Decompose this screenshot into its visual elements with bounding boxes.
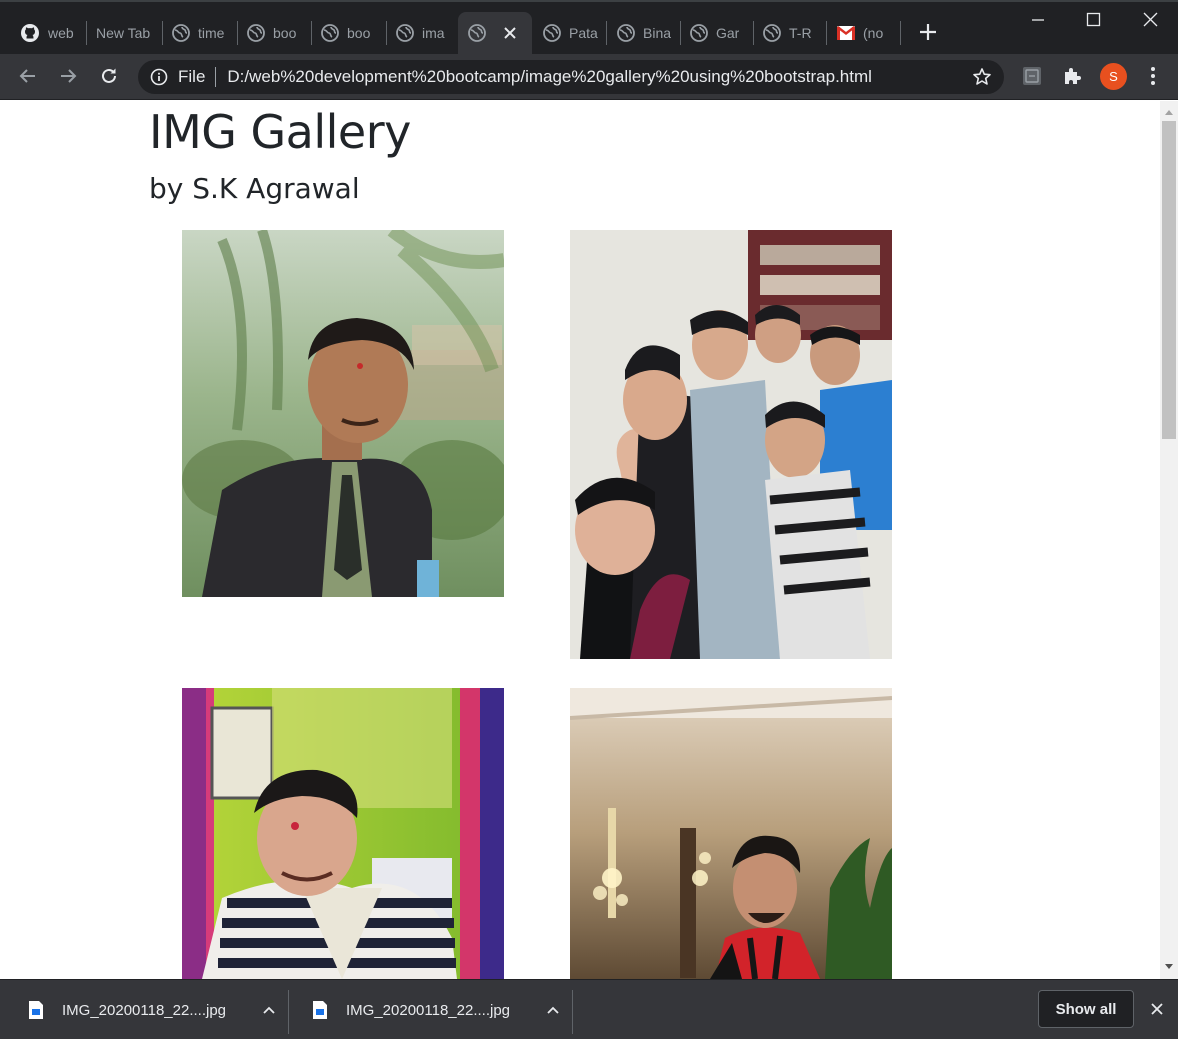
- close-window-icon[interactable]: [1130, 6, 1170, 34]
- tab-time[interactable]: time: [162, 12, 232, 54]
- download-filename: IMG_20200118_22....jpg: [346, 1001, 511, 1019]
- tab-title: boo: [273, 25, 297, 41]
- tab-title: Bina: [643, 25, 672, 41]
- reload-icon: [102, 68, 116, 83]
- info-icon[interactable]: [150, 68, 168, 86]
- back-button[interactable]: [15, 63, 41, 89]
- puzzle-icon[interactable]: [1061, 65, 1083, 87]
- show-all-button[interactable]: Show all: [1038, 990, 1134, 1028]
- tab-title: Gar: [716, 25, 740, 41]
- maximize-icon[interactable]: [1073, 6, 1113, 34]
- tab-separator: [900, 21, 901, 45]
- chevron-up-icon[interactable]: [546, 1003, 560, 1017]
- tab-title: New Tab: [96, 25, 151, 41]
- scroll-down-icon[interactable]: [1164, 963, 1174, 971]
- tab-gar[interactable]: Gar: [680, 12, 752, 54]
- tab-boo-2[interactable]: boo: [311, 12, 381, 54]
- gallery-photo-2[interactable]: [570, 230, 892, 659]
- extension-icon[interactable]: [1021, 65, 1043, 87]
- window-top-border: [0, 0, 1178, 2]
- browser-toolbar: File D:/web%20development%20bootcamp/ima…: [0, 54, 1178, 100]
- globe-icon: [690, 24, 708, 42]
- tab-title: time: [198, 25, 225, 41]
- tab-boo-1[interactable]: boo: [237, 12, 307, 54]
- tab-title: ima: [422, 25, 445, 41]
- arrow-right-icon: [61, 69, 77, 83]
- tab-github[interactable]: web: [10, 12, 78, 54]
- tab-title: (no: [863, 25, 884, 41]
- close-tab-icon[interactable]: [502, 25, 518, 41]
- gallery-photo-3[interactable]: [182, 688, 504, 979]
- tab-t-r[interactable]: T-R: [753, 12, 825, 54]
- download-item[interactable]: IMG_20200118_22....jpg: [0, 990, 276, 1030]
- tab-strip: web New Tab time boo boo ima Pata Bina G…: [0, 0, 1178, 54]
- download-bar: IMG_20200118_22....jpg IMG_20200118_22..…: [0, 979, 1178, 1039]
- download-separator: [572, 990, 573, 1034]
- tab-title: Pata: [569, 25, 598, 41]
- globe-icon: [172, 24, 190, 42]
- page-subtitle: by S.K Agrawal: [149, 172, 360, 205]
- tab-new-tab[interactable]: New Tab: [86, 12, 156, 54]
- page-viewport: IMG Gallery by S.K Agrawal: [0, 101, 1160, 979]
- globe-icon: [396, 24, 414, 42]
- globe-icon: [247, 24, 265, 42]
- tab-ima[interactable]: ima: [386, 12, 456, 54]
- image-file-icon: [29, 1001, 43, 1019]
- forward-button[interactable]: [55, 63, 81, 89]
- tab-title: boo: [347, 25, 371, 41]
- download-filename: IMG_20200118_22....jpg: [62, 1001, 227, 1019]
- chevron-up-icon[interactable]: [262, 1003, 276, 1017]
- tab-bina[interactable]: Bina: [607, 12, 679, 54]
- tab-title: T-R: [789, 25, 812, 41]
- address-bar[interactable]: File D:/web%20development%20bootcamp/ima…: [138, 60, 1004, 94]
- page-scrollbar[interactable]: [1160, 101, 1178, 979]
- globe-icon: [468, 24, 486, 42]
- new-tab-plus-icon[interactable]: [916, 20, 940, 44]
- scheme-label: File: [178, 67, 206, 86]
- download-item[interactable]: IMG_20200118_22....jpg: [284, 990, 560, 1030]
- more-vert-icon[interactable]: [1143, 65, 1163, 87]
- globe-icon: [543, 24, 561, 42]
- scroll-thumb[interactable]: [1162, 121, 1176, 439]
- profile-avatar[interactable]: S: [1100, 63, 1127, 90]
- globe-icon: [617, 24, 635, 42]
- page-title: IMG Gallery: [149, 105, 411, 159]
- tab-active[interactable]: [458, 12, 532, 54]
- address-separator: [215, 67, 217, 87]
- gallery-photo-4[interactable]: [570, 688, 892, 979]
- gmail-icon: [837, 26, 855, 40]
- bookmark-star-icon[interactable]: [972, 67, 992, 87]
- tab-title: web: [48, 25, 74, 41]
- tab-pata[interactable]: Pata: [533, 12, 605, 54]
- tab-gmail[interactable]: (no: [827, 12, 899, 54]
- github-icon: [21, 24, 39, 42]
- minimize-icon[interactable]: [1018, 6, 1058, 34]
- arrow-left-icon: [19, 69, 35, 83]
- scroll-up-icon[interactable]: [1164, 108, 1174, 116]
- reload-button[interactable]: [96, 63, 122, 89]
- globe-icon: [321, 24, 339, 42]
- image-file-icon: [313, 1001, 327, 1019]
- gallery-photo-1[interactable]: [182, 230, 504, 597]
- globe-icon: [763, 24, 781, 42]
- url-text[interactable]: D:/web%20development%20bootcamp/image%20…: [227, 67, 872, 87]
- close-download-bar-icon[interactable]: [1149, 1001, 1165, 1017]
